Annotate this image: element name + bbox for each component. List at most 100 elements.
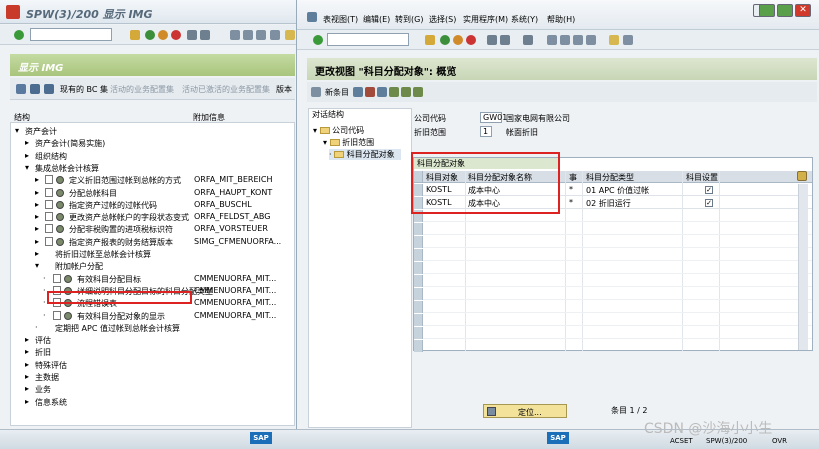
menu-table-view[interactable]: 表视图(T): [323, 14, 358, 25]
empty-table-row[interactable]: [414, 262, 812, 274]
tree-node[interactable]: · 定期把 APC 值过帐到总帐会计核算: [11, 322, 294, 334]
tree-node[interactable]: ▸ 业务: [11, 383, 294, 395]
execute-clock-icon[interactable]: [56, 188, 64, 197]
tree-expand-icon[interactable]: ·: [43, 286, 46, 295]
table-settings-icon[interactable]: [797, 171, 807, 181]
document-icon[interactable]: [45, 199, 53, 209]
undo-icon[interactable]: [377, 87, 387, 97]
tree-node[interactable]: ▸ 定义折旧范围过帐到总帐的方式 ORFA_MIT_BEREICH: [11, 174, 294, 186]
save-icon[interactable]: [425, 35, 435, 45]
tree-node[interactable]: ▸ 分配总帐科目 ORFA_HAUPT_KONT: [11, 187, 294, 199]
print-icon[interactable]: [187, 30, 197, 40]
table-vertical-scrollbar[interactable]: [798, 184, 808, 350]
document-icon[interactable]: [53, 273, 61, 283]
tree-expand-icon[interactable]: ▾: [15, 126, 19, 135]
right-command-field[interactable]: [327, 33, 409, 46]
tree-node[interactable]: ▸ 主数据: [11, 371, 294, 383]
tree-expand-icon[interactable]: ▾: [25, 163, 29, 172]
select-block-icon[interactable]: [401, 87, 411, 97]
exit-icon[interactable]: [158, 30, 168, 40]
col-flag[interactable]: 事: [569, 172, 577, 183]
tree-node[interactable]: ▾ 资产会计: [11, 125, 294, 137]
tree-expand-icon[interactable]: ▸: [25, 335, 29, 344]
col-acct-type[interactable]: 科目分配类型: [586, 172, 634, 183]
tree-expand-icon[interactable]: ▸: [25, 397, 29, 406]
tree-expand-icon[interactable]: ▸: [35, 212, 39, 221]
tree-expand-icon[interactable]: ·: [43, 311, 46, 320]
prev-page-icon[interactable]: [560, 35, 570, 45]
position-button[interactable]: 定位...: [483, 404, 567, 418]
tree-expand-icon[interactable]: ▸: [35, 249, 39, 258]
row-selector[interactable]: [414, 327, 423, 339]
filter-icon[interactable]: [16, 84, 26, 94]
deselect-all-icon[interactable]: [413, 87, 423, 97]
active-bc-set-button[interactable]: 活动的业务配置集: [110, 84, 174, 95]
tree-expand-icon[interactable]: ▸: [25, 372, 29, 381]
document-icon[interactable]: [45, 187, 53, 197]
tree-node[interactable]: ▸ 将折旧过帐至总帐会计核算: [11, 248, 294, 260]
execute-clock-icon[interactable]: [56, 237, 64, 246]
row-selector[interactable]: [414, 314, 423, 326]
execute-clock-icon[interactable]: [64, 311, 72, 320]
menu-goto[interactable]: 转到(G): [395, 14, 423, 25]
acct-setting-checkbox[interactable]: ✓: [705, 186, 713, 194]
tree-expand-icon[interactable]: ▸: [25, 138, 29, 147]
first-page-icon[interactable]: [230, 30, 240, 40]
next-page-icon[interactable]: [573, 35, 583, 45]
display-change-icon[interactable]: [311, 87, 321, 97]
row-selector[interactable]: [414, 223, 423, 235]
new-entries-button[interactable]: 新条目: [325, 87, 349, 98]
cancel-icon[interactable]: [466, 35, 476, 45]
find-icon[interactable]: [500, 35, 510, 45]
document-icon[interactable]: [45, 212, 53, 222]
menu-select[interactable]: 选择(S): [429, 14, 456, 25]
left-command-field[interactable]: [30, 28, 112, 41]
document-icon[interactable]: [53, 310, 61, 320]
row-selector[interactable]: [414, 301, 423, 313]
empty-table-row[interactable]: [414, 301, 812, 313]
activated-bc-set-button[interactable]: 活动已激活的业务配置集: [182, 84, 270, 95]
empty-table-row[interactable]: [414, 288, 812, 300]
tree-expand-icon[interactable]: ▸: [35, 224, 39, 233]
tree-node[interactable]: ▾ 集成总帐会计核算: [11, 162, 294, 174]
execute-clock-icon[interactable]: [56, 200, 64, 209]
tree-node[interactable]: ▸ 资产会计(简易实施): [11, 137, 294, 149]
first-page-icon[interactable]: [547, 35, 557, 45]
tree-node[interactable]: ▸ 指定资产报表的财务结算版本 SIMG_CFMENUORFA...: [11, 236, 294, 248]
execute-clock-icon[interactable]: [56, 225, 64, 234]
tree-node[interactable]: · 有效科目分配对象的显示 CMMENUORFA_MIT...: [11, 310, 294, 322]
acct-setting-checkbox[interactable]: ✓: [705, 199, 713, 207]
dep-area-field[interactable]: 1: [480, 126, 492, 137]
select-all-icon[interactable]: [389, 87, 399, 97]
enter-icon[interactable]: [313, 35, 323, 45]
empty-table-row[interactable]: [414, 340, 812, 352]
table-icon[interactable]: [44, 84, 54, 94]
tree-expand-icon[interactable]: ▸: [25, 151, 29, 160]
version-button[interactable]: 版本: [276, 84, 292, 95]
bc-set-icon[interactable]: [30, 84, 40, 94]
row-selector[interactable]: [414, 275, 423, 287]
tree-node[interactable]: ▾ 附加帐户分配: [11, 260, 294, 272]
tree-node[interactable]: ▸ 组织结构: [11, 150, 294, 162]
col-acct-setting[interactable]: 科目设置: [686, 172, 718, 183]
tree-node[interactable]: ▸ 特殊评估: [11, 359, 294, 371]
minimize-icon[interactable]: [759, 4, 775, 17]
tree-node[interactable]: ▸ 折旧: [11, 346, 294, 358]
new-session-icon[interactable]: [609, 35, 619, 45]
tree-expand-icon[interactable]: ▸: [35, 237, 39, 246]
company-code-field[interactable]: GW01: [480, 112, 507, 123]
nav-item-company-code[interactable]: ▾ 公司代码: [313, 125, 364, 136]
back-icon[interactable]: [440, 35, 450, 45]
tree-node[interactable]: ▸ 评估: [11, 334, 294, 346]
menu-utilities[interactable]: 实用程序(M): [463, 14, 508, 25]
empty-table-row[interactable]: [414, 275, 812, 287]
tree-expand-icon[interactable]: ▸: [35, 175, 39, 184]
tree-expand-icon[interactable]: ▸: [25, 360, 29, 369]
enter-icon[interactable]: [14, 30, 24, 40]
exit-icon[interactable]: [453, 35, 463, 45]
shortcut-icon[interactable]: [623, 35, 633, 45]
tree-node[interactable]: ▸ 指定资产过帐的过帐代码 ORFA_BUSCHL: [11, 199, 294, 211]
tree-node[interactable]: ▸ 信息系统: [11, 396, 294, 408]
empty-table-row[interactable]: [414, 236, 812, 248]
find-next-icon[interactable]: [523, 35, 533, 45]
